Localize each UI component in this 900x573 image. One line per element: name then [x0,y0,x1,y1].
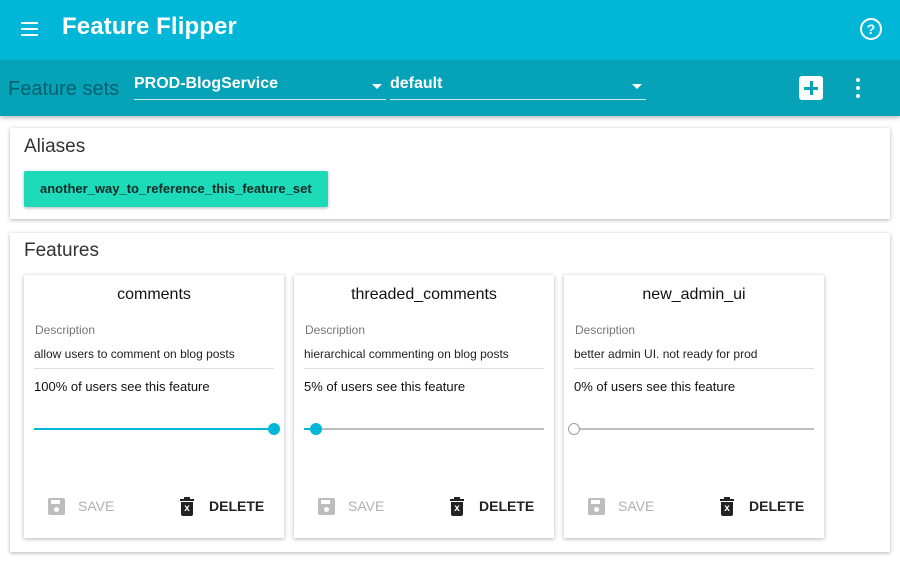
rollout-slider[interactable] [34,421,280,437]
save-label: SAVE [348,498,385,514]
feature-card: new_admin_ui Description better admin UI… [564,275,824,538]
features-title: Features [24,240,99,261]
slider-track [304,428,544,430]
dropdown-arrow-icon [632,84,642,89]
feature-set-select[interactable]: PROD-BlogService [134,74,386,100]
feature-sets-label: Feature sets [8,78,120,100]
save-label: SAVE [78,498,115,514]
slider-thumb[interactable] [310,423,322,435]
description-label: Description [305,323,366,337]
slider-track [574,428,814,430]
app-bar: Feature Flipper ? [0,0,900,60]
features-panel: Features comments Description allow user… [10,233,890,552]
description-label: Description [35,323,96,337]
save-icon [48,497,65,515]
delete-icon: x [720,496,734,516]
rollout-percentage-text: 5% of users see this feature [304,379,466,394]
alias-chip[interactable]: another_way_to_reference_this_feature_se… [24,171,328,207]
feature-name: new_admin_ui [642,286,746,303]
variant-select-value: default [390,75,443,92]
save-label: SAVE [618,498,655,514]
rollout-slider[interactable] [568,421,814,437]
description-field[interactable]: better admin UI. not ready for prod [574,347,814,369]
feature-set-toolbar: Feature sets PROD-BlogService default [0,60,900,116]
delete-button[interactable]: x DELETE [450,495,534,517]
delete-label: DELETE [479,498,535,514]
delete-label: DELETE [749,498,805,514]
dropdown-arrow-icon [372,84,382,89]
feature-name: threaded_comments [351,286,497,303]
rollout-slider[interactable] [304,421,544,437]
delete-label: DELETE [209,498,265,514]
more-vert-icon[interactable] [852,77,864,101]
description-label: Description [575,323,636,337]
delete-button[interactable]: x DELETE [720,495,804,517]
hamburger-menu-icon[interactable] [20,19,40,39]
save-icon [318,497,335,515]
rollout-percentage-text: 0% of users see this feature [574,379,736,394]
rollout-percentage-text: 100% of users see this feature [34,379,210,394]
feature-card: comments Description allow users to comm… [24,275,284,538]
aliases-panel: Aliases another_way_to_reference_this_fe… [10,128,890,219]
slider-fill [34,428,274,430]
delete-icon: x [450,496,464,516]
app-title: Feature Flipper [62,13,237,40]
save-icon [588,497,605,515]
help-circle-icon[interactable]: ? [860,18,882,40]
feature-set-select-value: PROD-BlogService [134,75,279,92]
aliases-title: Aliases [24,136,86,157]
feature-card: threaded_comments Description hierarchic… [294,275,554,538]
variant-select[interactable]: default [390,74,646,100]
slider-thumb[interactable] [568,423,580,435]
slider-thumb[interactable] [268,423,280,435]
save-button[interactable]: SAVE [48,495,114,517]
description-field[interactable]: allow users to comment on blog posts [34,347,274,369]
add-box-icon[interactable] [799,76,823,100]
delete-icon: x [180,496,194,516]
save-button[interactable]: SAVE [588,495,654,517]
feature-name: comments [117,286,191,303]
save-button[interactable]: SAVE [318,495,384,517]
description-field[interactable]: hierarchical commenting on blog posts [304,347,544,369]
delete-button[interactable]: x DELETE [180,495,264,517]
